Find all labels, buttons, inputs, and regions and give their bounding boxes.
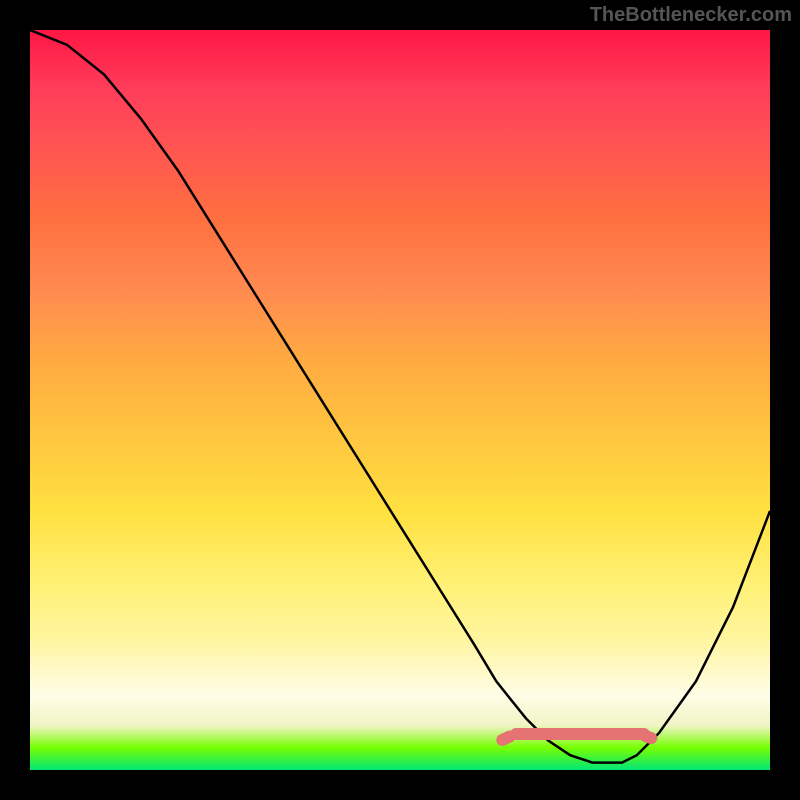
optimal-band-marker xyxy=(510,728,650,740)
bottleneck-curve xyxy=(30,30,770,770)
watermark-text: TheBottlenecker.com xyxy=(590,4,792,27)
chart-plot-area xyxy=(30,30,770,770)
